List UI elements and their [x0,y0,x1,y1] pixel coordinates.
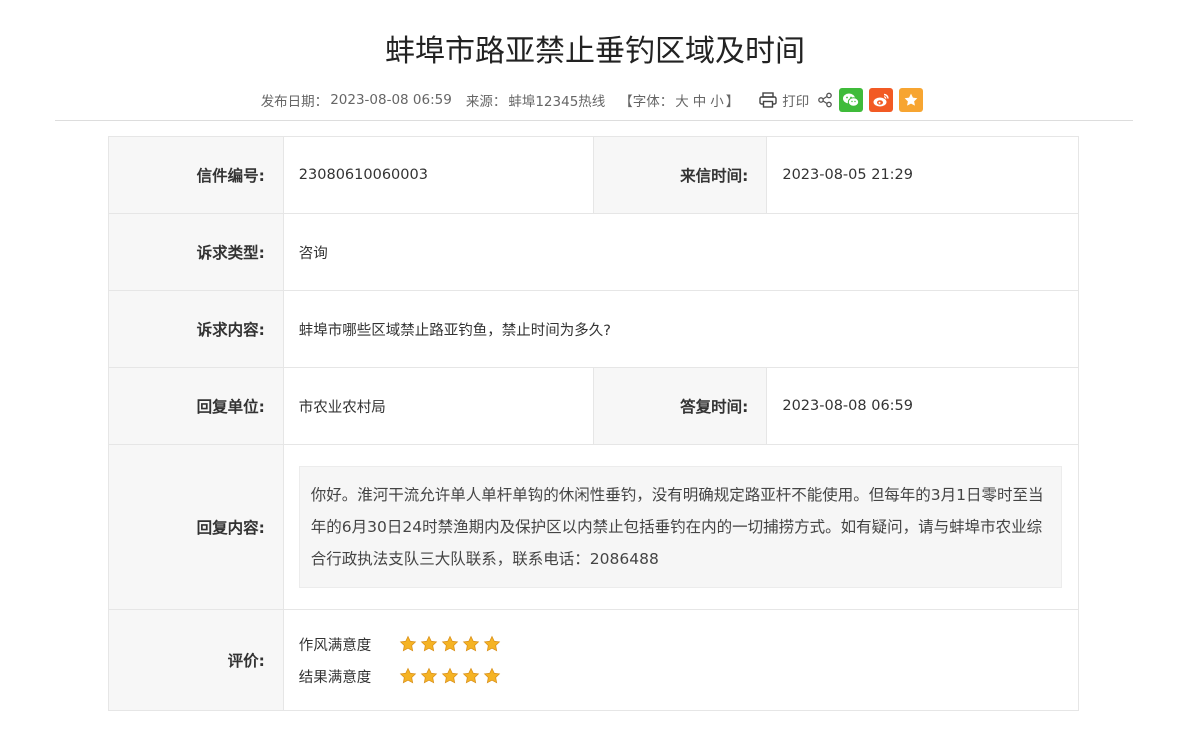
reply-content-cell: 你好。淮河干流允许单人单杆单钩的休闲性垂钓，没有明确规定路亚杆不能使用。但每年的… [282,444,1080,610]
table-row: 评价: 作风满意度 结果满意度 [108,609,1080,711]
weibo-icon [873,93,890,107]
table-row: 信件编号: 23080610060003 来信时间: 2023-08-05 21… [108,136,1079,214]
star-icon [904,93,918,106]
table-row: 回复内容: 你好。淮河干流允许单人单杆单钩的休闲性垂钓，没有明确规定路亚杆不能使… [108,444,1080,610]
letter-time-label: 来信时间: [592,136,768,214]
letter-info-table: 信件编号: 23080610060003 来信时间: 2023-08-05 21… [108,136,1080,711]
letter-time-value: 2023-08-05 21:29 [766,136,1079,214]
star-icon [420,667,438,684]
font-size-label: 【字体： [619,94,674,110]
request-content-value: 蚌埠市哪些区域禁止路亚钓鱼，禁止时间为多久? [282,290,1080,368]
reply-time-label: 答复时间: [592,367,768,445]
star-icon [441,635,459,652]
publish-date-label: 发布日期： [260,94,329,110]
star-icon [483,635,501,652]
source-label: 来源： [465,94,507,110]
result-rating-stars [399,667,504,685]
wechat-icon [843,93,860,107]
style-rating-label: 作风满意度 [298,637,372,654]
star-icon [420,635,438,652]
table-row: 诉求内容: 蚌埠市哪些区域禁止路亚钓鱼，禁止时间为多久? [108,290,1080,368]
result-rating-label: 结果满意度 [298,669,372,686]
font-size-close: 】 [725,94,740,110]
star-icon [441,667,459,684]
font-large-link[interactable]: 大 [675,94,689,110]
reply-content-label: 回复内容: [108,444,284,610]
letter-number-label: 信件编号: [108,136,284,214]
star-icon [462,667,480,684]
rating-cell: 作风满意度 结果满意度 [282,609,1080,711]
request-type-label: 诉求类型: [108,213,284,291]
page-title: 蚌埠市路亚禁止垂钓区域及时间 [385,34,805,69]
table-row: 诉求类型: 咨询 [108,213,1080,291]
table-row: 回复单位: 市农业农村局 答复时间: 2023-08-08 06:59 [108,367,1079,445]
weibo-share-button[interactable] [869,88,894,112]
letter-number-value: 23080610060003 [282,136,594,214]
article-meta: 发布日期： 2023-08-08 06:59 来源： 蚌埠12345热线 【字体… [0,88,1190,112]
request-type-value: 咨询 [282,213,1080,291]
printer-icon [759,92,777,108]
share-icon[interactable] [817,92,833,108]
style-rating: 作风满意度 [299,628,1077,660]
style-rating-stars [399,635,504,653]
wechat-share-button[interactable] [839,88,864,112]
star-icon [462,635,480,652]
title-divider [55,120,1133,121]
star-icon [399,667,417,684]
font-small-link[interactable]: 小 [710,94,724,110]
reply-time-value: 2023-08-08 06:59 [766,367,1079,445]
reply-unit-value: 市农业农村局 [282,367,594,445]
reply-unit-label: 回复单位: [108,367,284,445]
favorite-button[interactable] [899,88,924,112]
source-value: 蚌埠12345热线 [508,94,606,110]
font-size-switcher: 【字体：大中小】 [619,90,739,110]
print-button[interactable]: 打印 [759,90,809,110]
print-label: 打印 [782,94,810,110]
star-icon [483,667,501,684]
reply-content-text: 你好。淮河干流允许单人单杆单钩的休闲性垂钓，没有明确规定路亚杆不能使用。但每年的… [298,466,1062,588]
publish-date: 2023-08-08 06:59 [330,92,452,108]
star-icon [399,635,417,652]
request-content-label: 诉求内容: [108,290,284,368]
rating-label: 评价: [108,609,284,711]
font-medium-link[interactable]: 中 [693,94,707,110]
result-rating: 结果满意度 [299,660,1077,692]
